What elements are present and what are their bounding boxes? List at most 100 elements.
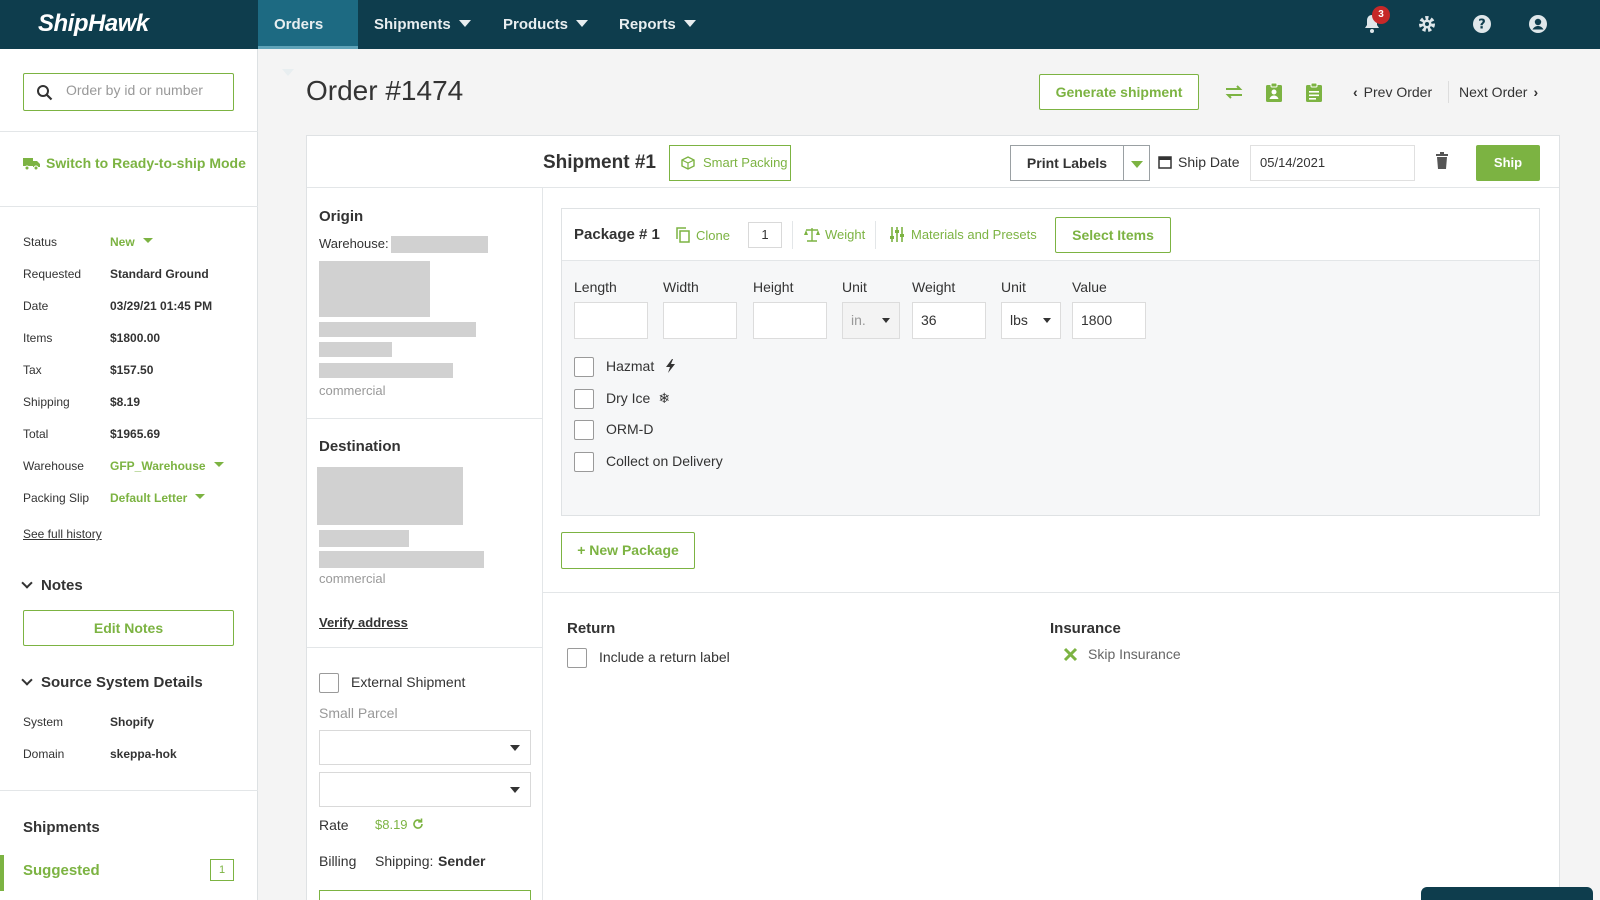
length-input[interactable] [574,302,648,339]
chevron-down-icon [142,238,153,244]
status-dropdown[interactable]: New [110,235,153,249]
refresh-icon[interactable] [412,818,424,833]
print-labels-button[interactable]: Print Labels [1010,145,1124,181]
total-label: Total [23,427,49,441]
materials-label: Materials and Presets [911,227,1037,242]
packing-slip-dropdown[interactable]: Default Letter [110,491,206,505]
nav-shipments[interactable]: Shipments [358,0,487,49]
shipments-heading: Shipments [23,819,100,836]
orm-d-label: ORM-D [606,421,654,437]
next-order-link[interactable]: Next Order › [1459,84,1538,100]
value-input[interactable]: 1800 [1072,302,1146,339]
shipment-title: Shipment #1 [543,152,656,173]
next-order-label: Next Order [1459,84,1528,100]
shipping-value: $8.19 [110,395,141,409]
weight-unit-select[interactable]: lbs [1001,302,1061,339]
nav-reports[interactable]: Reports [603,0,712,49]
chat-widget-tab[interactable] [1421,887,1593,900]
dry-ice-text: Dry Ice [606,390,651,406]
shiphawk-logo[interactable]: ShipHawk [38,10,149,38]
see-full-history-link[interactable]: See full history [23,527,102,541]
suggested-label: Suggested [23,862,100,879]
warehouse-dropdown[interactable]: GFP_Warehouse [110,459,224,473]
billing-select[interactable] [319,890,531,900]
ship-date-label-group: Ship Date [1158,154,1239,170]
swap-arrows-icon[interactable] [1223,81,1245,103]
return-label-checkbox[interactable] [567,648,587,668]
external-shipment-checkbox[interactable] [319,673,339,693]
contact-clipboard-icon[interactable] [1263,81,1285,103]
clone-button[interactable]: Clone [676,227,730,243]
shipment-header: Shipment #1 Smart Packing Print Labels S… [307,136,1559,188]
chevron-left-icon: ‹ [1353,84,1358,100]
carrier-select[interactable] [319,730,531,765]
suggested-shipments-item[interactable]: Suggested 1 [0,855,258,891]
edit-notes-button[interactable]: Edit Notes [23,610,234,646]
source-system-toggle[interactable]: Source System Details [21,674,203,691]
smart-packing-button[interactable]: Smart Packing [669,145,791,181]
redacted-block [391,236,488,253]
items-label: Items [23,331,53,345]
nav-products[interactable]: Products [487,0,604,49]
chevron-down-icon [882,318,890,323]
calendar-icon [1158,156,1172,169]
search-input[interactable] [66,82,226,98]
notes-heading: Notes [41,577,83,594]
weight-input[interactable]: 36 [912,302,986,339]
ship-button[interactable]: Ship [1476,145,1540,181]
height-input[interactable] [753,302,827,339]
clone-quantity-input[interactable]: 1 [748,222,782,248]
select-items-button[interactable]: Select Items [1055,217,1171,253]
chevron-down-icon [1043,318,1051,323]
ship-date-input[interactable]: 05/14/2021 [1250,145,1415,181]
clipboard-list-icon[interactable] [1303,81,1325,103]
height-label: Height [753,279,794,295]
ready-to-ship-label: Switch to Ready-to-ship Mode [46,155,246,171]
nav-orders[interactable]: Orders [258,0,358,76]
toolbar-divider [792,221,793,249]
trash-icon[interactable] [1435,152,1449,173]
print-labels-dropdown[interactable] [1123,145,1150,181]
redacted-block [319,342,392,357]
gear-icon[interactable] [1415,12,1439,36]
main-content: Order #1474 Generate shipment ‹ Prev Orde… [258,49,1600,900]
redacted-block [319,261,430,317]
materials-presets-button[interactable]: Materials and Presets [889,227,1037,242]
dim-unit-select[interactable]: in. [842,302,900,339]
dry-ice-checkbox[interactable] [574,389,594,409]
notes-toggle[interactable]: Notes [21,577,83,594]
user-icon[interactable] [1526,12,1550,36]
ship-date-label: Ship Date [1178,154,1240,170]
generate-shipment-button[interactable]: Generate shipment [1039,74,1199,110]
chevron-down-icon [1131,161,1143,168]
skip-insurance-toggle[interactable]: Skip Insurance [1063,646,1181,662]
search-icon [37,85,53,101]
width-input[interactable] [663,302,737,339]
hazmat-label: Hazmat [606,358,676,374]
help-icon[interactable]: ? [1470,12,1494,36]
weight-label: Weight [912,279,956,295]
dry-ice-label: Dry Ice ❄ [606,390,670,407]
chevron-down-icon [458,19,471,27]
collect-on-delivery-checkbox[interactable] [574,452,594,472]
redacted-block [319,551,484,568]
domain-value: skeppa-hok [110,747,177,761]
ready-to-ship-mode-link[interactable]: Switch to Ready-to-ship Mode [23,155,246,171]
orm-d-checkbox[interactable] [574,420,594,440]
collect-on-delivery-label: Collect on Delivery [606,453,723,469]
hazmat-checkbox[interactable] [574,357,594,377]
svg-text:?: ? [1478,18,1486,33]
total-value: $1965.69 [110,427,161,441]
redacted-block [319,363,453,378]
verify-address-link[interactable]: Verify address [319,615,408,630]
service-select[interactable] [319,772,531,807]
new-package-button[interactable]: + New Package [561,532,695,569]
smart-packing-label: Smart Packing [703,155,788,170]
divider [543,592,1559,593]
prev-order-link[interactable]: ‹ Prev Order [1353,84,1432,100]
packing-slip-value: Default Letter [110,491,188,505]
clone-label: Clone [696,228,730,243]
date-value: 03/29/21 01:45 PM [110,299,213,313]
order-search[interactable] [23,73,234,111]
weight-button[interactable]: Weight [804,227,865,242]
